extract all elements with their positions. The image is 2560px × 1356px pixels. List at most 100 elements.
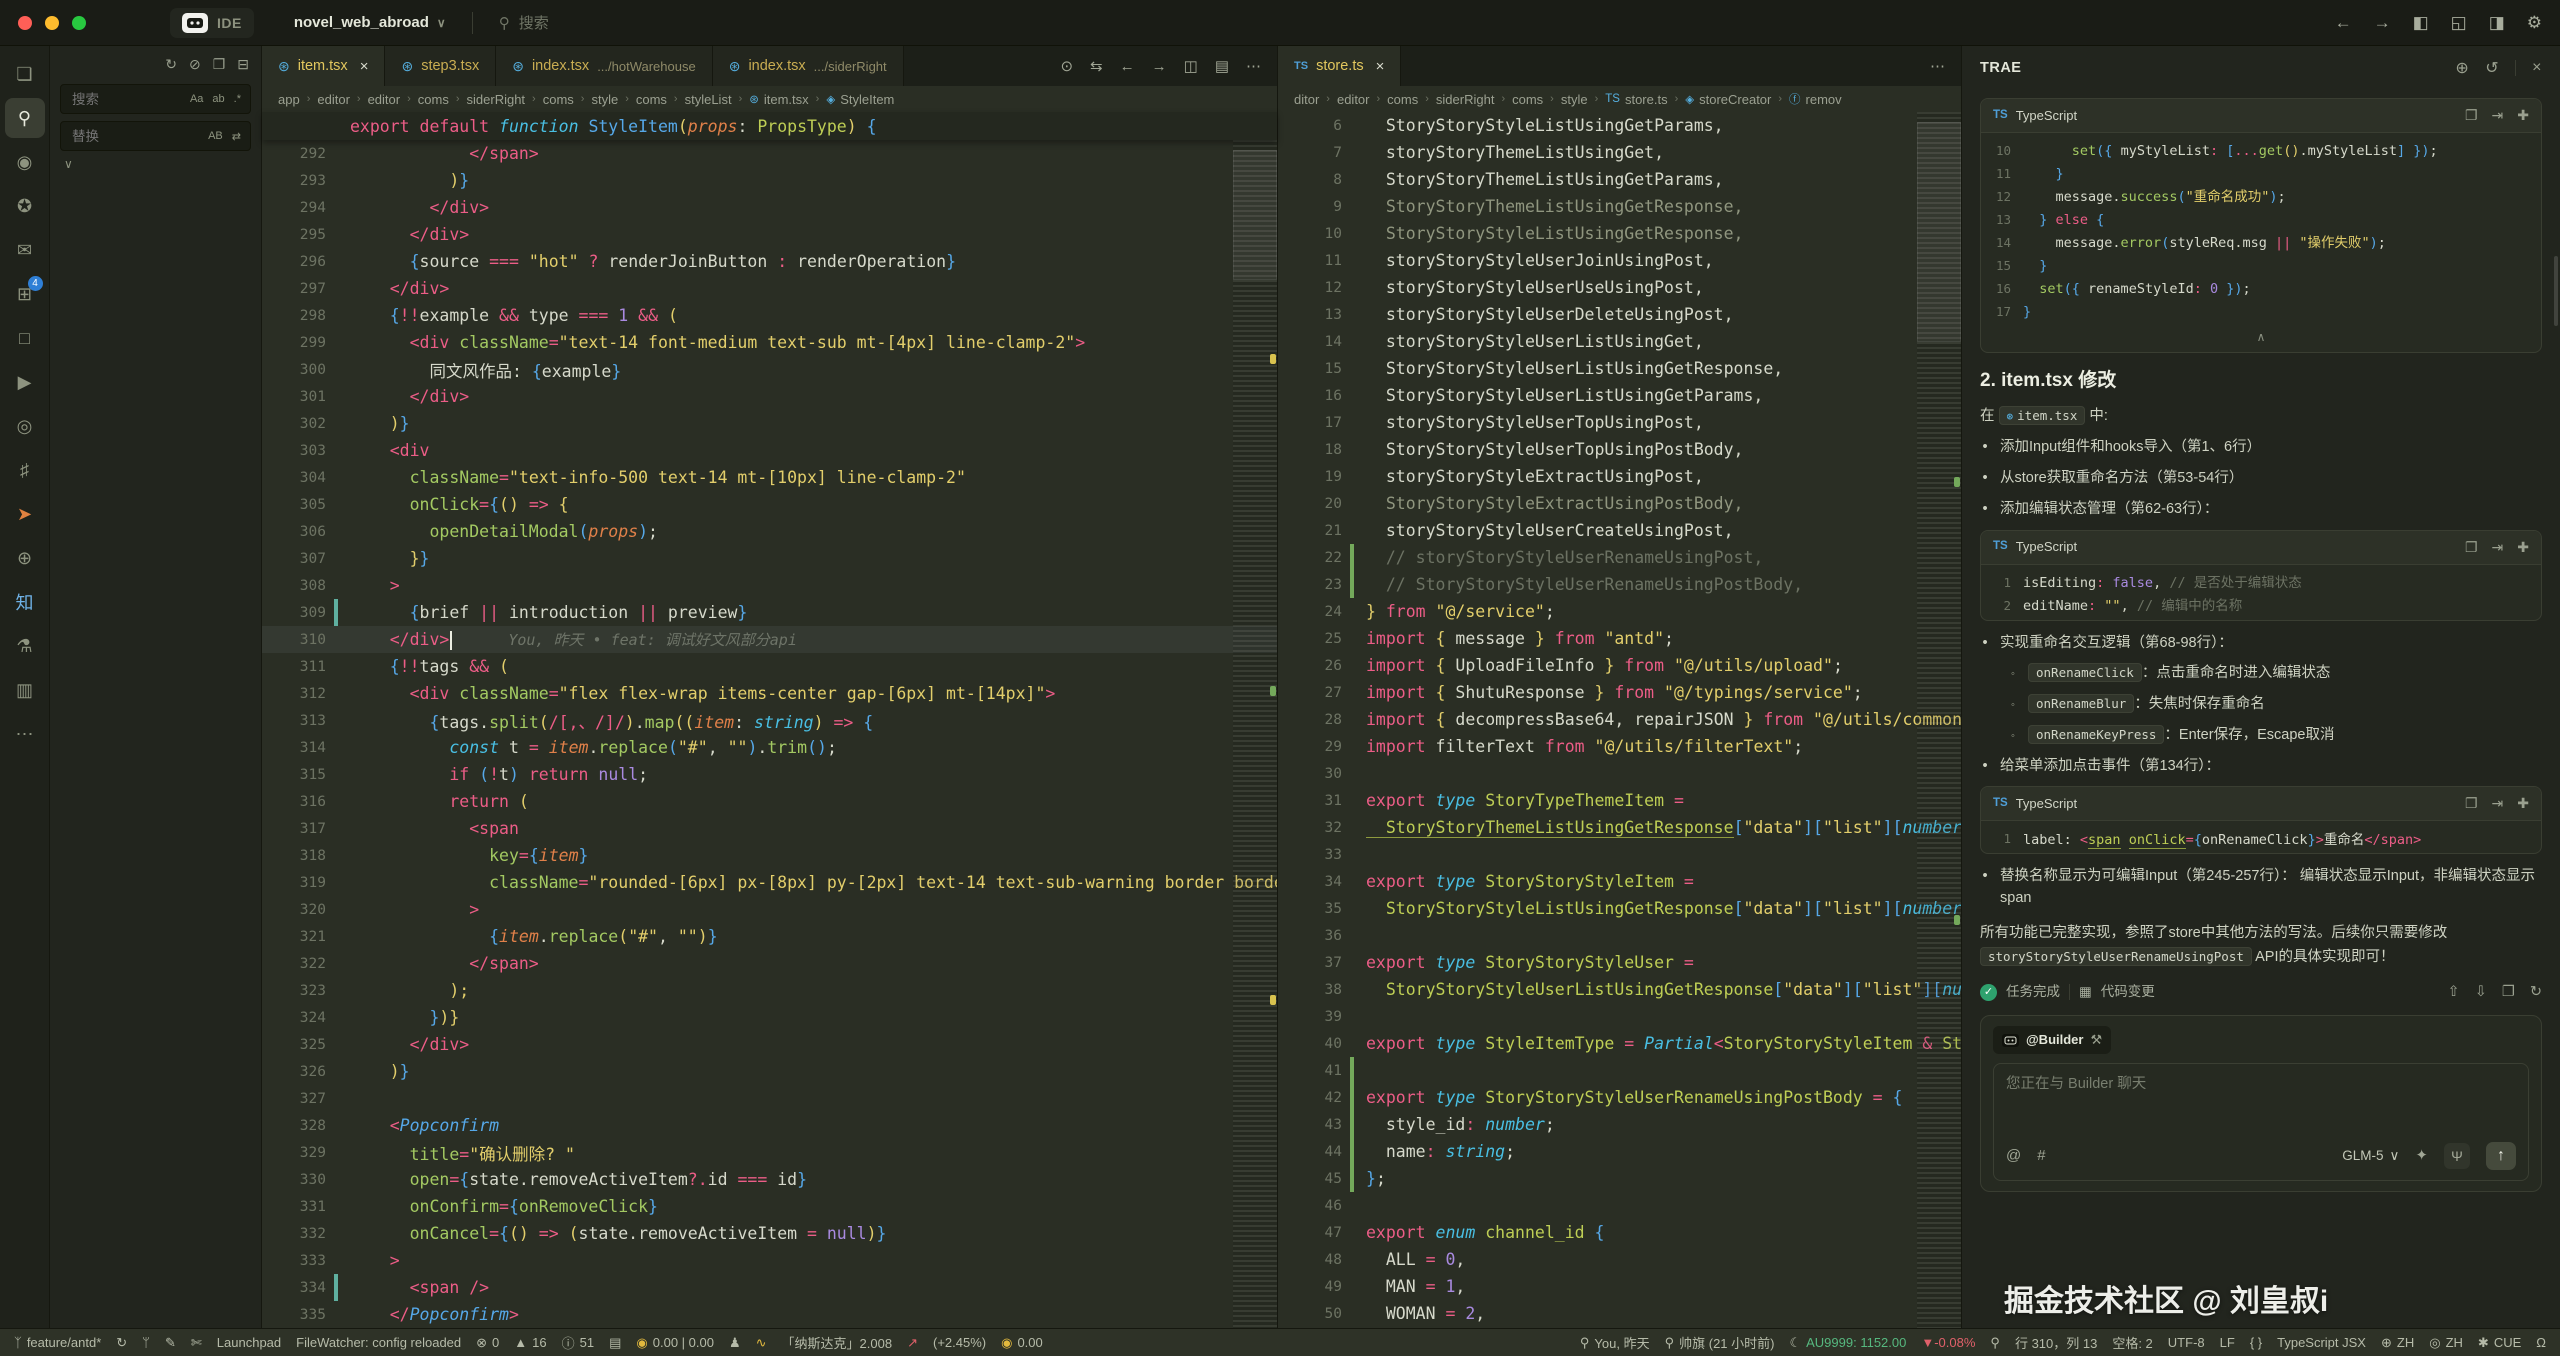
flask-icon[interactable]: ⚗ — [5, 626, 45, 666]
code-line-33[interactable]: 33 — [1278, 841, 1961, 868]
code-line-296[interactable]: 296 {source === "hot" ? renderJoinButton… — [262, 248, 1277, 275]
code-line-306[interactable]: 306 openDetailModal(props); — [262, 518, 1277, 545]
file-chip-item-tsx[interactable]: ⊛item.tsx — [1999, 406, 2086, 425]
breadcrumb-item[interactable]: siderRight — [467, 92, 526, 107]
more-actions-icon[interactable]: ⋯ — [1930, 57, 1945, 75]
whole-word-icon[interactable]: ab — [209, 91, 227, 107]
open-in-editor-icon[interactable]: ❐ — [213, 56, 226, 73]
run-icon[interactable]: ▶ — [5, 362, 45, 402]
bell-icon[interactable]: Ω — [2536, 1335, 2546, 1350]
globe-icon[interactable]: ⊕ZH — [2381, 1335, 2414, 1351]
code-line-40[interactable]: 40export type StyleItemType = Partial<St… — [1278, 1030, 1961, 1057]
code-line-308[interactable]: 308 > — [262, 572, 1277, 599]
code-line-38[interactable]: 38 StoryStoryStyleUserListUsingGetRespon… — [1278, 976, 1961, 1003]
blame-you[interactable]: ⚲You, 昨天 — [1580, 1333, 1650, 1352]
git-branch[interactable]: ᛉfeature/antd* — [14, 1335, 101, 1350]
breadcrumb-item[interactable]: ◈StyleItem — [826, 92, 894, 107]
layout-sidebar-left-icon[interactable]: ◧ — [2413, 13, 2429, 33]
code-line-23[interactable]: 23 // StoryStoryStyleUserRenameUsingPost… — [1278, 571, 1961, 598]
code-line-32[interactable]: 32 StoryStoryThemeListUsingGetResponse["… — [1278, 814, 1961, 841]
code-line-25[interactable]: 25import { message } from "antd"; — [1278, 625, 1961, 652]
breadcrumb-item[interactable]: coms — [543, 92, 574, 107]
tab-index-hotwarehouse[interactable]: ⊛index.tsx.../hotWarehouse — [496, 46, 712, 86]
more-actions-icon[interactable]: ⋯ — [1246, 57, 1261, 75]
global-search[interactable]: ⚲ 搜索 — [499, 12, 549, 33]
square-icon[interactable]: □ — [5, 318, 45, 358]
model-selector[interactable]: GLM-5∨ — [2342, 1146, 2399, 1166]
refresh-icon[interactable]: ↻ — [165, 56, 177, 73]
code-line-20[interactable]: 20 StoryStoryStyleExtractUsingPostBody, — [1278, 490, 1961, 517]
code-line-49[interactable]: 49 MAN = 1, — [1278, 1273, 1961, 1300]
globe-icon[interactable]: ⊕ — [5, 538, 45, 578]
code-line-17[interactable]: 17 storyStoryStyleUserTopUsingPost, — [1278, 409, 1961, 436]
code-line-44[interactable]: 44 name: string; — [1278, 1138, 1961, 1165]
code-line-50[interactable]: 50 WOMAN = 2, — [1278, 1300, 1961, 1327]
code-line-304[interactable]: 304 className="text-info-500 text-14 mt-… — [262, 464, 1277, 491]
breadcrumb-item[interactable]: style — [1561, 92, 1588, 107]
monitor-icon[interactable]: ▤ — [609, 1335, 621, 1351]
code-line-307[interactable]: 307 }} — [262, 545, 1277, 572]
code-line-22[interactable]: 22 // storyStoryStyleUserRenameUsingPost… — [1278, 544, 1961, 571]
minimap-slider[interactable] — [1233, 150, 1277, 280]
copy-icon[interactable]: ❐ — [2465, 793, 2478, 814]
new-file-icon[interactable]: ✚ — [2517, 793, 2529, 814]
penguin-icon[interactable]: ♟ — [729, 1335, 741, 1351]
code-changes-label[interactable]: 代码变更 — [2101, 982, 2155, 1002]
code-line-324[interactable]: 324 })} — [262, 1004, 1277, 1031]
code-line-39[interactable]: 39 — [1278, 1003, 1961, 1030]
code-line-35[interactable]: 35 StoryStoryStyleListUsingGetResponse["… — [1278, 895, 1961, 922]
zoom-icon[interactable]: ⚲ — [1990, 1335, 2000, 1351]
encoding[interactable]: UTF-8 — [2168, 1335, 2205, 1350]
breadcrumb-item[interactable]: editor — [1337, 92, 1370, 107]
code-line-331[interactable]: 331 onConfirm={onRemoveClick} — [262, 1193, 1277, 1220]
project-switcher[interactable]: novel_web_abroad ∨ — [294, 14, 446, 31]
gold-change[interactable]: ▼-0.08% — [1921, 1335, 1975, 1350]
thumbs-down-icon[interactable]: ⇩ — [2475, 982, 2487, 1004]
edit-icon[interactable]: ✎ — [165, 1335, 176, 1351]
send-button[interactable]: ↑ — [2486, 1142, 2516, 1170]
code-line-330[interactable]: 330 open={state.removeActiveItem?.id ===… — [262, 1166, 1277, 1193]
code-line-13[interactable]: 13 } else { — [1981, 209, 2541, 232]
code-line-294[interactable]: 294 </div> — [262, 194, 1277, 221]
nav-forward-icon[interactable]: → — [1152, 58, 1167, 75]
code-line-16[interactable]: 16 StoryStoryStyleUserListUsingGetParams… — [1278, 382, 1961, 409]
nasdaq[interactable]: 「纳斯达克」2.008 — [782, 1333, 893, 1352]
code-line-303[interactable]: 303 <div — [262, 437, 1277, 464]
chat-composer[interactable]: 您正在与 Builder 聊天 @ # GLM-5∨ ✦ Ψ ↑ — [1993, 1063, 2529, 1181]
code-line-316[interactable]: 316 return ( — [262, 788, 1277, 815]
code-line-13[interactable]: 13 storyStoryStyleUserDeleteUsingPost, — [1278, 301, 1961, 328]
eol[interactable]: LF — [2220, 1335, 2235, 1350]
copy-icon[interactable]: ❐ — [2465, 537, 2478, 558]
code-line-311[interactable]: 311 {!!tags && ( — [262, 653, 1277, 680]
chart-icon[interactable]: ↗ — [907, 1335, 918, 1351]
breadcrumb-item[interactable]: style — [591, 92, 618, 107]
code-line-1[interactable]: 1isEditing: false, // 是否处于编辑状态 — [1981, 572, 2541, 595]
paper-plane-icon[interactable]: ➤ — [5, 494, 45, 534]
insert-code-icon[interactable]: ⇥ — [2492, 537, 2504, 558]
preserve-case-icon[interactable]: AB — [205, 128, 226, 144]
code-line-314[interactable]: 314 const t = item.replace("#", "").trim… — [262, 734, 1277, 761]
breadcrumb-item[interactable]: editor — [317, 92, 350, 107]
code-line-45[interactable]: 45}; — [1278, 1165, 1961, 1192]
code-line-11[interactable]: 11 storyStoryStyleUserJoinUsingPost, — [1278, 247, 1961, 274]
code-line-47[interactable]: 47export enum channel_id { — [1278, 1219, 1961, 1246]
layout-panel-icon[interactable]: ◱ — [2451, 13, 2467, 33]
scrollbar[interactable] — [2554, 256, 2558, 326]
thumbs-up-icon[interactable]: ⇧ — [2448, 982, 2460, 1004]
close-tab-icon[interactable]: × — [1376, 58, 1385, 75]
code-line-325[interactable]: 325 </div> — [262, 1031, 1277, 1058]
code-line-11[interactable]: 11 } — [1981, 163, 2541, 186]
more-icon[interactable]: ⋯ — [5, 714, 45, 754]
code-line-333[interactable]: 333 > — [262, 1247, 1277, 1274]
code-line-2[interactable]: 2editName: "", // 编辑中的名称 — [1981, 595, 2541, 618]
replace-input[interactable] — [70, 128, 202, 145]
nav-back-icon[interactable]: ← — [1120, 58, 1135, 75]
code-line-21[interactable]: 21 storyStoryStyleUserCreateUsingPost, — [1278, 517, 1961, 544]
code-line-1[interactable]: 1label: <span onClick={onRenameClick}>重命… — [1981, 828, 2541, 851]
new-file-icon[interactable]: ✚ — [2517, 105, 2529, 126]
comments-icon[interactable]: ✉ — [5, 230, 45, 270]
code-line-24[interactable]: 24} from "@/service"; — [1278, 598, 1961, 625]
code-line-320[interactable]: 320 > — [262, 896, 1277, 923]
code-line-310[interactable]: 310 </div>You, 昨天 • feat: 调试好文风部分api — [262, 626, 1277, 653]
shield-icon[interactable]: ✪ — [5, 186, 45, 226]
